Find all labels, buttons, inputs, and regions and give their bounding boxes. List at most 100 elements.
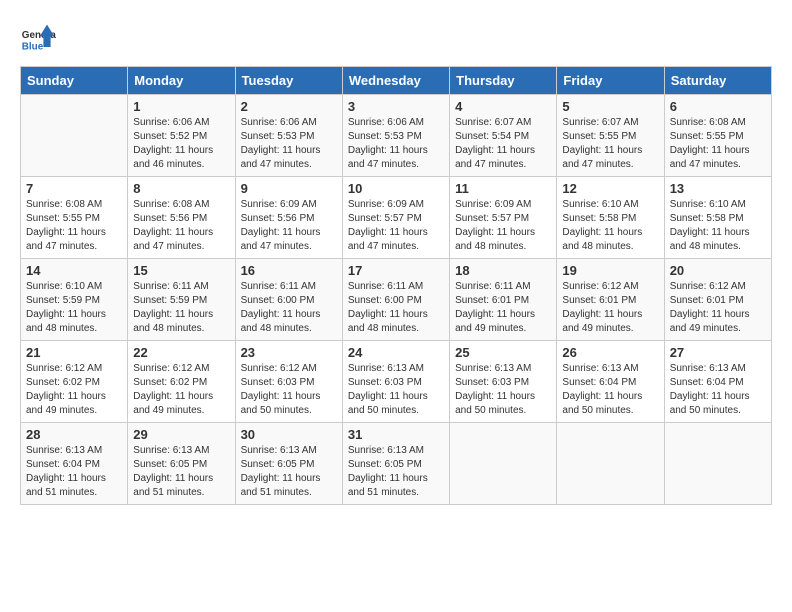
day-number: 23	[241, 345, 337, 360]
calendar-cell: 21 Sunrise: 6:12 AMSunset: 6:02 PMDayligh…	[21, 341, 128, 423]
day-number: 29	[133, 427, 229, 442]
calendar-cell: 6 Sunrise: 6:08 AMSunset: 5:55 PMDaylight…	[664, 95, 771, 177]
weekday-header: Monday	[128, 67, 235, 95]
day-info: Sunrise: 6:09 AMSunset: 5:57 PMDaylight:…	[348, 198, 444, 254]
day-info: Sunrise: 6:13 AMSunset: 6:03 PMDaylight:…	[455, 362, 551, 418]
day-number: 3	[348, 99, 444, 114]
calendar-cell: 3 Sunrise: 6:06 AMSunset: 5:53 PMDaylight…	[342, 95, 449, 177]
calendar-cell: 15 Sunrise: 6:11 AMSunset: 5:59 PMDayligh…	[128, 259, 235, 341]
day-number: 6	[670, 99, 766, 114]
day-info: Sunrise: 6:11 AMSunset: 6:00 PMDaylight:…	[348, 280, 444, 336]
calendar-cell: 26 Sunrise: 6:13 AMSunset: 6:04 PMDayligh…	[557, 341, 664, 423]
calendar-cell: 1 Sunrise: 6:06 AMSunset: 5:52 PMDaylight…	[128, 95, 235, 177]
day-info: Sunrise: 6:07 AMSunset: 5:54 PMDaylight:…	[455, 116, 551, 172]
weekday-header: Sunday	[21, 67, 128, 95]
calendar-cell	[557, 423, 664, 505]
day-number: 1	[133, 99, 229, 114]
day-info: Sunrise: 6:09 AMSunset: 5:57 PMDaylight:…	[455, 198, 551, 254]
day-info: Sunrise: 6:13 AMSunset: 6:04 PMDaylight:…	[26, 444, 122, 500]
calendar-cell: 5Sunrise: 6:07 AMSunset: 5:55 PMDaylight…	[557, 95, 664, 177]
calendar-week-row: 14Sunrise: 6:10 AMSunset: 5:59 PMDayligh…	[21, 259, 772, 341]
calendar-cell: 27 Sunrise: 6:13 AMSunset: 6:04 PMDayligh…	[664, 341, 771, 423]
calendar-cell: 8 Sunrise: 6:08 AMSunset: 5:56 PMDaylight…	[128, 177, 235, 259]
day-number: 18	[455, 263, 551, 278]
calendar-cell: 9Sunrise: 6:09 AMSunset: 5:56 PMDaylight…	[235, 177, 342, 259]
calendar-cell: 31Sunrise: 6:13 AMSunset: 6:05 PMDayligh…	[342, 423, 449, 505]
day-info: Sunrise: 6:13 AMSunset: 6:05 PMDaylight:…	[241, 444, 337, 500]
day-number: 11	[455, 181, 551, 196]
day-info: Sunrise: 6:10 AMSunset: 5:58 PMDaylight:…	[562, 198, 658, 254]
day-info: Sunrise: 6:12 AMSunset: 6:02 PMDaylight:…	[133, 362, 229, 418]
calendar-week-row: 1 Sunrise: 6:06 AMSunset: 5:52 PMDaylight…	[21, 95, 772, 177]
calendar-cell: 18 Sunrise: 6:11 AMSunset: 6:01 PMDayligh…	[450, 259, 557, 341]
day-number: 9	[241, 181, 337, 196]
day-info: Sunrise: 6:11 AMSunset: 6:00 PMDaylight:…	[241, 280, 337, 336]
day-info: Sunrise: 6:12 AMSunset: 6:01 PMDaylight:…	[670, 280, 766, 336]
calendar-cell: 19 Sunrise: 6:12 AMSunset: 6:01 PMDayligh…	[557, 259, 664, 341]
day-number: 26	[562, 345, 658, 360]
calendar-cell: 20Sunrise: 6:12 AMSunset: 6:01 PMDayligh…	[664, 259, 771, 341]
day-number: 19	[562, 263, 658, 278]
calendar-cell: 25Sunrise: 6:13 AMSunset: 6:03 PMDayligh…	[450, 341, 557, 423]
day-info: Sunrise: 6:12 AMSunset: 6:02 PMDaylight:…	[26, 362, 122, 418]
day-number: 10	[348, 181, 444, 196]
calendar-cell: 23Sunrise: 6:12 AMSunset: 6:03 PMDayligh…	[235, 341, 342, 423]
logo-icon: General Blue	[20, 20, 56, 56]
day-info: Sunrise: 6:13 AMSunset: 6:04 PMDaylight:…	[670, 362, 766, 418]
day-number: 7	[26, 181, 122, 196]
day-info: Sunrise: 6:12 AMSunset: 6:01 PMDaylight:…	[562, 280, 658, 336]
weekday-header: Saturday	[664, 67, 771, 95]
day-number: 24	[348, 345, 444, 360]
calendar-cell: 10 Sunrise: 6:09 AMSunset: 5:57 PMDayligh…	[342, 177, 449, 259]
page-header: General Blue	[20, 20, 772, 56]
day-info: Sunrise: 6:08 AMSunset: 5:55 PMDaylight:…	[26, 198, 122, 254]
day-info: Sunrise: 6:08 AMSunset: 5:56 PMDaylight:…	[133, 198, 229, 254]
day-info: Sunrise: 6:07 AMSunset: 5:55 PMDaylight:…	[562, 116, 658, 172]
day-number: 13	[670, 181, 766, 196]
day-number: 28	[26, 427, 122, 442]
weekday-header: Thursday	[450, 67, 557, 95]
weekday-header: Friday	[557, 67, 664, 95]
calendar-cell: 17Sunrise: 6:11 AMSunset: 6:00 PMDayligh…	[342, 259, 449, 341]
weekday-header: Tuesday	[235, 67, 342, 95]
calendar-cell: 13 Sunrise: 6:10 AMSunset: 5:58 PMDayligh…	[664, 177, 771, 259]
svg-text:Blue: Blue	[22, 42, 44, 53]
day-info: Sunrise: 6:13 AMSunset: 6:04 PMDaylight:…	[562, 362, 658, 418]
day-number: 31	[348, 427, 444, 442]
calendar-cell	[664, 423, 771, 505]
day-number: 16	[241, 263, 337, 278]
day-info: Sunrise: 6:11 AMSunset: 6:01 PMDaylight:…	[455, 280, 551, 336]
day-info: Sunrise: 6:06 AMSunset: 5:53 PMDaylight:…	[348, 116, 444, 172]
weekday-header-row: SundayMondayTuesdayWednesdayThursdayFrid…	[21, 67, 772, 95]
day-number: 22	[133, 345, 229, 360]
day-info: Sunrise: 6:11 AMSunset: 5:59 PMDaylight:…	[133, 280, 229, 336]
day-number: 14	[26, 263, 122, 278]
day-number: 30	[241, 427, 337, 442]
calendar-week-row: 28 Sunrise: 6:13 AMSunset: 6:04 PMDayligh…	[21, 423, 772, 505]
day-number: 2	[241, 99, 337, 114]
calendar-cell: 16 Sunrise: 6:11 AMSunset: 6:00 PMDayligh…	[235, 259, 342, 341]
calendar-cell: 4Sunrise: 6:07 AMSunset: 5:54 PMDaylight…	[450, 95, 557, 177]
calendar-week-row: 7 Sunrise: 6:08 AMSunset: 5:55 PMDaylight…	[21, 177, 772, 259]
calendar-cell: 22 Sunrise: 6:12 AMSunset: 6:02 PMDayligh…	[128, 341, 235, 423]
calendar-cell: 14Sunrise: 6:10 AMSunset: 5:59 PMDayligh…	[21, 259, 128, 341]
day-number: 21	[26, 345, 122, 360]
calendar-cell	[450, 423, 557, 505]
calendar-cell: 30 Sunrise: 6:13 AMSunset: 6:05 PMDayligh…	[235, 423, 342, 505]
calendar-week-row: 21 Sunrise: 6:12 AMSunset: 6:02 PMDayligh…	[21, 341, 772, 423]
calendar-cell: 29 Sunrise: 6:13 AMSunset: 6:05 PMDayligh…	[128, 423, 235, 505]
calendar-cell: 28 Sunrise: 6:13 AMSunset: 6:04 PMDayligh…	[21, 423, 128, 505]
calendar-cell: 2Sunrise: 6:06 AMSunset: 5:53 PMDaylight…	[235, 95, 342, 177]
day-info: Sunrise: 6:06 AMSunset: 5:52 PMDaylight:…	[133, 116, 229, 172]
day-number: 8	[133, 181, 229, 196]
calendar-cell	[21, 95, 128, 177]
day-number: 27	[670, 345, 766, 360]
calendar-table: SundayMondayTuesdayWednesdayThursdayFrid…	[20, 66, 772, 505]
calendar-cell: 24Sunrise: 6:13 AMSunset: 6:03 PMDayligh…	[342, 341, 449, 423]
day-number: 12	[562, 181, 658, 196]
day-number: 15	[133, 263, 229, 278]
day-info: Sunrise: 6:13 AMSunset: 6:05 PMDaylight:…	[133, 444, 229, 500]
day-info: Sunrise: 6:10 AMSunset: 5:58 PMDaylight:…	[670, 198, 766, 254]
day-info: Sunrise: 6:08 AMSunset: 5:55 PMDaylight:…	[670, 116, 766, 172]
calendar-cell: 12 Sunrise: 6:10 AMSunset: 5:58 PMDayligh…	[557, 177, 664, 259]
